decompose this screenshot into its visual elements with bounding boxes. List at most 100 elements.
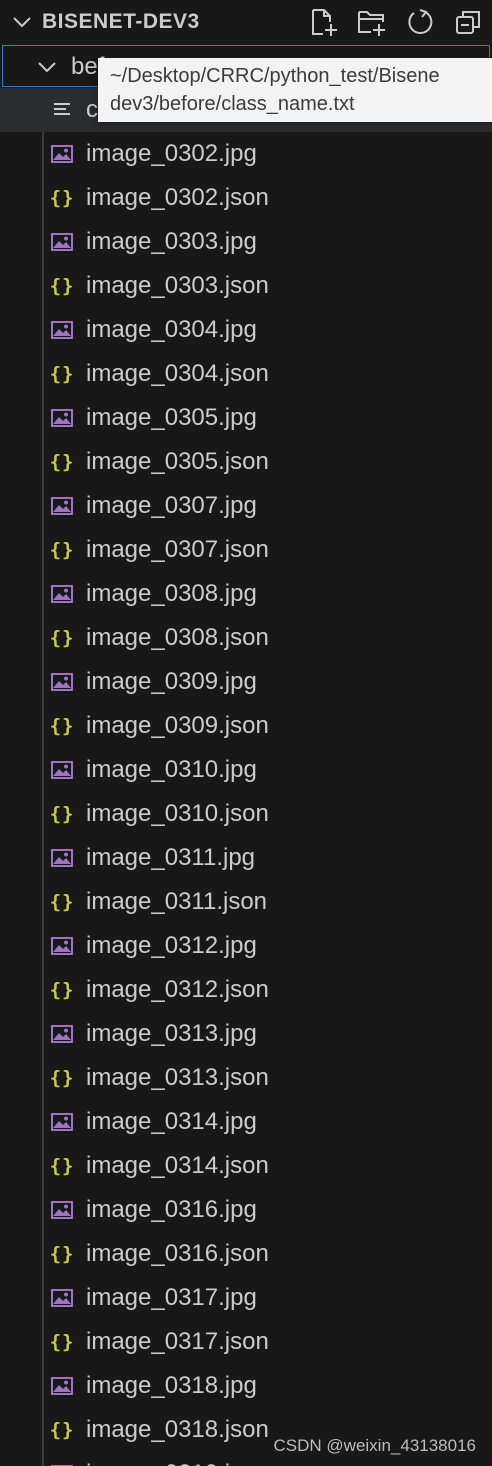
file-label: image_0311.jpg: [86, 844, 256, 871]
file-label: image_0316.jpg: [86, 1196, 257, 1223]
file-row[interactable]: image_0307.jpg: [0, 484, 492, 528]
file-row[interactable]: {} image_0303.json: [0, 264, 492, 308]
image-icon: [50, 318, 74, 342]
path-tooltip: ~/Desktop/CRRC/python_test/Bisene dev3/b…: [98, 58, 492, 122]
image-icon: [50, 1022, 74, 1046]
file-label: image_0311.json: [86, 888, 268, 915]
image-icon: [50, 1462, 74, 1466]
refresh-icon[interactable]: [396, 6, 444, 38]
file-row[interactable]: {} image_0312.json: [0, 968, 492, 1012]
file-label: image_0319.jpg: [86, 1460, 257, 1466]
file-row[interactable]: {} image_0313.json: [0, 1056, 492, 1100]
file-label: image_0307.json: [86, 536, 269, 563]
chevron-down-icon[interactable]: [10, 10, 34, 34]
json-braces-icon: {}: [49, 891, 75, 913]
image-icon: [50, 142, 74, 166]
file-row[interactable]: {} image_0311.json: [0, 880, 492, 924]
file-label: image_0304.jpg: [86, 316, 257, 343]
file-row[interactable]: image_0313.jpg: [0, 1012, 492, 1056]
json-braces-icon: {}: [49, 451, 75, 473]
file-row[interactable]: {} image_0307.json: [0, 528, 492, 572]
file-row[interactable]: image_0303.jpg: [0, 220, 492, 264]
file-label: image_0312.jpg: [86, 932, 257, 959]
file-row[interactable]: image_0309.jpg: [0, 660, 492, 704]
image-icon: [50, 406, 74, 430]
chevron-down-icon: [35, 55, 59, 79]
file-label: image_0309.jpg: [86, 668, 257, 695]
image-icon: [50, 1286, 74, 1310]
file-label: image_0302.jpg: [86, 140, 257, 167]
json-braces-icon: {}: [49, 979, 75, 1001]
file-label: image_0308.json: [86, 624, 269, 651]
file-label: c: [86, 96, 98, 123]
json-braces-icon: {}: [49, 1155, 75, 1177]
file-label: image_0313.json: [86, 1064, 269, 1091]
file-label: image_0305.jpg: [86, 404, 257, 431]
file-row[interactable]: image_0316.jpg: [0, 1188, 492, 1232]
file-row[interactable]: image_0305.jpg: [0, 396, 492, 440]
file-row[interactable]: {} image_0316.json: [0, 1232, 492, 1276]
file-row[interactable]: {} image_0309.json: [0, 704, 492, 748]
json-braces-icon: {}: [49, 1067, 75, 1089]
explorer-header[interactable]: BISENET-DEV3: [0, 0, 492, 44]
file-row[interactable]: {} image_0308.json: [0, 616, 492, 660]
file-row[interactable]: image_0311.jpg: [0, 836, 492, 880]
file-row[interactable]: image_0314.jpg: [0, 1100, 492, 1144]
file-row[interactable]: image_0302.jpg: [0, 132, 492, 176]
new-file-icon[interactable]: [300, 6, 348, 38]
section-title: BISENET-DEV3: [42, 10, 200, 33]
json-braces-icon: {}: [49, 1331, 75, 1353]
file-label: image_0305.json: [86, 448, 269, 475]
file-row[interactable]: {} image_0314.json: [0, 1144, 492, 1188]
file-row[interactable]: {} image_0302.json: [0, 176, 492, 220]
header-actions: [300, 6, 492, 38]
file-label: image_0303.json: [86, 272, 269, 299]
file-label: image_0310.json: [86, 800, 269, 827]
file-row[interactable]: image_0304.jpg: [0, 308, 492, 352]
json-braces-icon: {}: [49, 275, 75, 297]
file-row[interactable]: {} image_0317.json: [0, 1320, 492, 1364]
file-label: image_0318.json: [86, 1416, 269, 1443]
json-braces-icon: {}: [49, 803, 75, 825]
file-list: c image_0302.jpg {} image_0302.json image_03…: [0, 88, 492, 1466]
image-icon: [50, 1110, 74, 1134]
file-row[interactable]: {} image_0310.json: [0, 792, 492, 836]
file-label: image_0314.json: [86, 1152, 269, 1179]
new-folder-icon[interactable]: [348, 6, 396, 38]
text-lines-icon: [50, 98, 74, 122]
file-row[interactable]: {} image_0304.json: [0, 352, 492, 396]
file-label: image_0318.jpg: [86, 1372, 257, 1399]
file-row[interactable]: {} image_0305.json: [0, 440, 492, 484]
file-label: image_0316.json: [86, 1240, 269, 1267]
collapse-all-icon[interactable]: [444, 6, 492, 38]
json-braces-icon: {}: [49, 1243, 75, 1265]
image-icon: [50, 758, 74, 782]
json-braces-icon: {}: [49, 363, 75, 385]
tooltip-line: dev3/before/class_name.txt: [110, 93, 355, 115]
file-label: image_0308.jpg: [86, 580, 257, 607]
file-row[interactable]: image_0310.jpg: [0, 748, 492, 792]
watermark: CSDN @weixin_43138016: [273, 1436, 476, 1455]
image-icon: [50, 846, 74, 870]
file-row[interactable]: image_0312.jpg: [0, 924, 492, 968]
json-braces-icon: {}: [49, 627, 75, 649]
image-icon: [50, 582, 74, 606]
image-icon: [50, 494, 74, 518]
file-label: image_0312.json: [86, 976, 269, 1003]
tooltip-line: ~/Desktop/CRRC/python_test/Bisene: [110, 65, 440, 87]
file-row[interactable]: image_0308.jpg: [0, 572, 492, 616]
image-icon: [50, 1198, 74, 1222]
image-icon: [50, 1374, 74, 1398]
file-label: image_0313.jpg: [86, 1020, 257, 1047]
file-label: image_0304.json: [86, 360, 269, 387]
file-row[interactable]: image_0318.jpg: [0, 1364, 492, 1408]
image-icon: [50, 670, 74, 694]
json-braces-icon: {}: [49, 187, 75, 209]
file-row[interactable]: image_0317.jpg: [0, 1276, 492, 1320]
image-icon: [50, 934, 74, 958]
json-braces-icon: {}: [49, 539, 75, 561]
file-label: image_0310.jpg: [86, 756, 257, 783]
file-label: image_0303.jpg: [86, 228, 257, 255]
file-label: image_0317.json: [86, 1328, 269, 1355]
image-icon: [50, 230, 74, 254]
